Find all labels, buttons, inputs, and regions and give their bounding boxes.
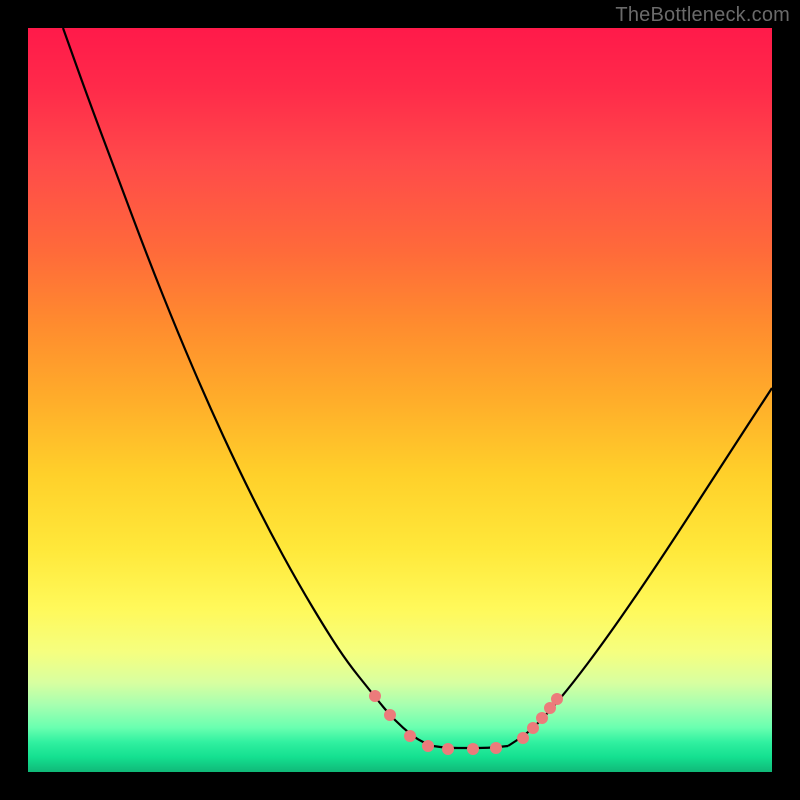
left-curve <box>63 28 433 746</box>
data-dot <box>369 690 381 702</box>
data-dot <box>467 743 479 755</box>
data-dot <box>536 712 548 724</box>
data-dot <box>527 722 539 734</box>
data-dot <box>551 693 563 705</box>
data-dot <box>384 709 396 721</box>
chart-frame: TheBottleneck.com <box>0 0 800 800</box>
data-dot <box>422 740 434 752</box>
watermark-text: TheBottleneck.com <box>615 4 790 27</box>
chart-svg <box>28 28 772 772</box>
data-dot <box>490 742 502 754</box>
data-dot <box>517 732 529 744</box>
right-curve <box>508 388 772 746</box>
data-dot <box>442 743 454 755</box>
data-dot <box>404 730 416 742</box>
curve-group <box>63 28 772 748</box>
